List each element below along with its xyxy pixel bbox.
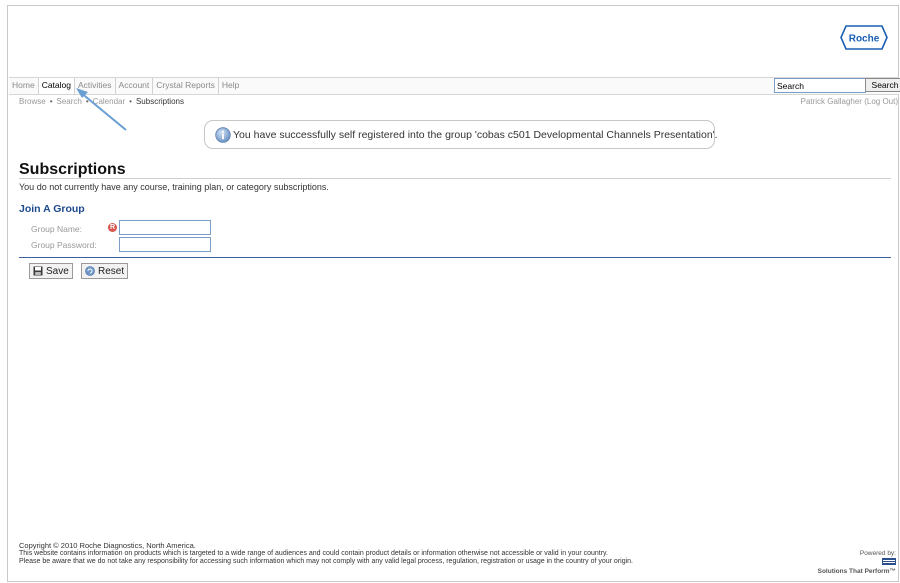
powered-by-label: Powered by: bbox=[859, 550, 896, 557]
info-icon bbox=[215, 126, 231, 143]
message-text: You have successfully self registered in… bbox=[233, 128, 718, 141]
nav-tabs: Home Catalog Activities Account Crystal … bbox=[9, 78, 242, 94]
success-message: You have successfully self registered in… bbox=[204, 120, 718, 149]
save-button[interactable]: Save bbox=[29, 263, 73, 279]
join-group-heading: Join A Group bbox=[19, 203, 85, 215]
powered-by: Powered by: Solutions That Perform™ bbox=[808, 550, 896, 575]
group-password-input[interactable] bbox=[119, 237, 211, 252]
reset-icon bbox=[85, 266, 95, 276]
required-icon: R bbox=[108, 223, 117, 232]
main-nav: Home Catalog Activities Account Crystal … bbox=[9, 77, 900, 95]
reset-button[interactable]: Reset bbox=[81, 263, 129, 279]
save-label: Save bbox=[46, 265, 69, 277]
footer-disclaimer-1: This website contains information on pro… bbox=[19, 549, 608, 557]
group-name-label: Group Name: bbox=[31, 224, 83, 234]
tab-catalog[interactable]: Catalog bbox=[38, 78, 75, 94]
user-info: Patrick Gallagher (Log Out) bbox=[801, 97, 898, 106]
group-password-label: Group Password: bbox=[31, 240, 97, 250]
reset-label: Reset bbox=[98, 265, 125, 277]
vendor-logo-icon bbox=[882, 558, 896, 565]
powered-tagline: Solutions That Perform™ bbox=[817, 568, 896, 575]
subnav-search[interactable]: Search bbox=[57, 97, 82, 106]
search-input[interactable] bbox=[774, 78, 866, 93]
tab-home[interactable]: Home bbox=[9, 78, 39, 94]
group-name-input[interactable] bbox=[119, 220, 211, 235]
user-name: Patrick Gallagher bbox=[800, 97, 862, 106]
subnav-separator: • bbox=[129, 97, 132, 106]
tab-account[interactable]: Account bbox=[116, 78, 154, 94]
page-title: Subscriptions bbox=[19, 161, 126, 178]
footer: Copyright © 2010 Roche Diagnostics, Nort… bbox=[19, 542, 779, 566]
tab-crystal-reports[interactable]: Crystal Reports bbox=[153, 78, 219, 94]
subnav-browse[interactable]: Browse bbox=[19, 97, 46, 106]
breadcrumb: Browse • Search • Calendar • Subscriptio… bbox=[19, 97, 184, 106]
subnav-separator: • bbox=[85, 97, 89, 106]
divider bbox=[19, 257, 891, 258]
logout-link[interactable]: (Log Out) bbox=[864, 97, 898, 106]
tab-help[interactable]: Help bbox=[219, 78, 242, 94]
tab-activities[interactable]: Activities bbox=[75, 78, 116, 94]
divider bbox=[19, 178, 891, 179]
subnav-separator: • bbox=[49, 97, 53, 106]
subscriptions-notice: You do not currently have any course, tr… bbox=[19, 182, 329, 192]
search-button[interactable]: Search bbox=[865, 78, 900, 92]
subnav-subscriptions[interactable]: Subscriptions bbox=[136, 97, 184, 106]
roche-logo: Roche bbox=[840, 25, 888, 50]
subnav-calendar[interactable]: Calendar bbox=[93, 97, 125, 106]
save-icon bbox=[33, 266, 43, 276]
footer-copyright: Copyright © 2010 Roche Diagnostics, Nort… bbox=[19, 541, 196, 550]
footer-disclaimer-2: Please be aware that we do not take any … bbox=[19, 557, 633, 565]
logo-text: Roche bbox=[849, 34, 880, 45]
